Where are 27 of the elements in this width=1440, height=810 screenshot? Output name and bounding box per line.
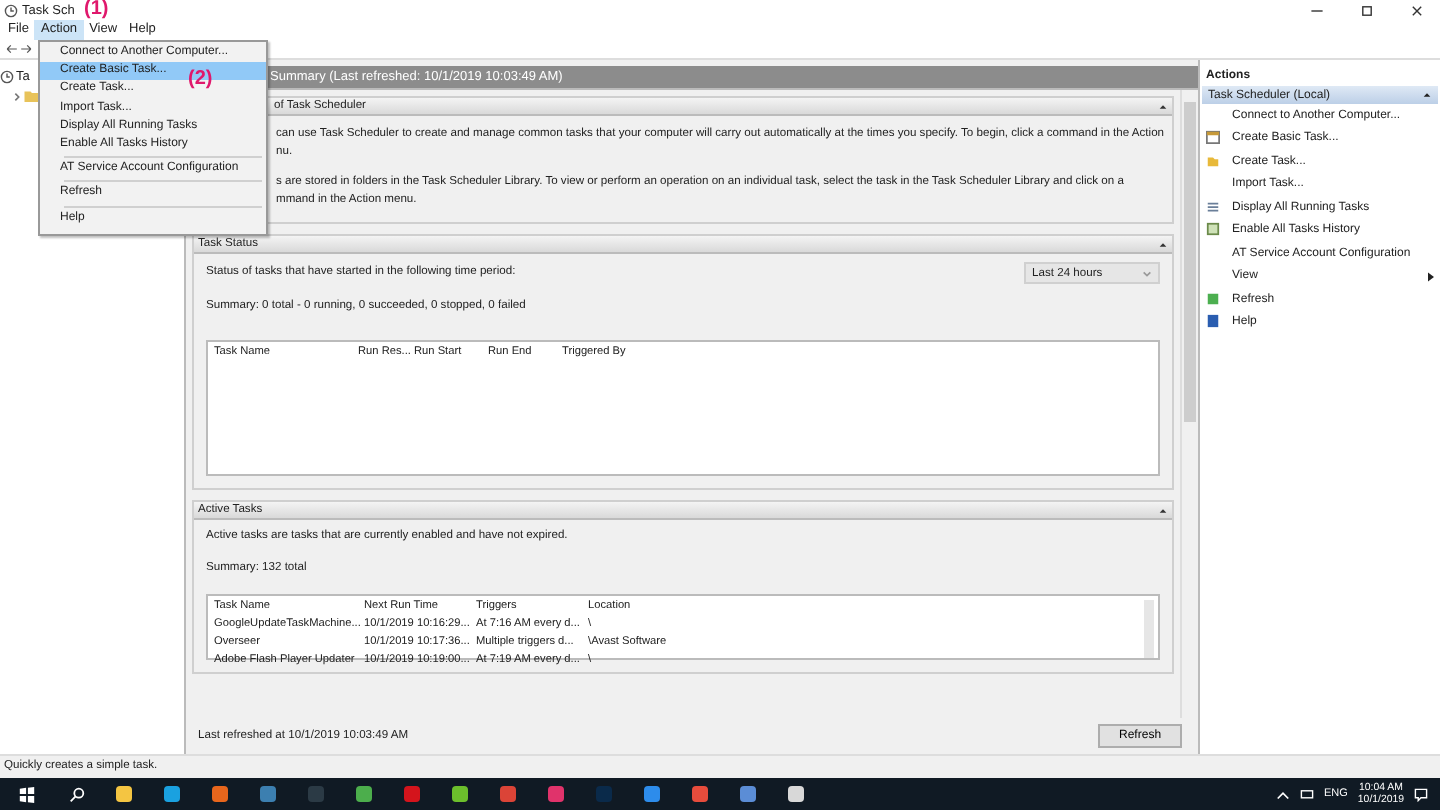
app-icon[interactable]: [546, 784, 566, 804]
network-icon[interactable]: [1300, 787, 1314, 801]
scrollbar[interactable]: [1144, 600, 1155, 658]
notification-icon[interactable]: [1414, 787, 1428, 801]
submenu-arrow-icon: [1428, 271, 1434, 282]
maximize-icon[interactable]: [1360, 3, 1374, 17]
calendar-icon: [1206, 130, 1221, 145]
collapse-icon[interactable]: [1158, 239, 1169, 249]
app-icon[interactable]: [642, 784, 662, 804]
chevron-up-icon[interactable]: [1276, 787, 1290, 801]
back-icon[interactable]: [6, 44, 18, 54]
app-icon[interactable]: [162, 784, 182, 804]
collapse-icon[interactable]: [1422, 90, 1432, 100]
app-icon[interactable]: [354, 784, 374, 804]
collapse-icon[interactable]: [1158, 101, 1169, 111]
app-icon[interactable]: [450, 784, 470, 804]
scrollbar[interactable]: [1180, 90, 1199, 718]
app-icon[interactable]: [258, 784, 278, 804]
forward-icon[interactable]: [20, 44, 32, 54]
list-icon: [1206, 199, 1221, 214]
windows-icon[interactable]: [18, 785, 36, 803]
collapse-icon[interactable]: [1158, 505, 1169, 515]
chevron-icon: [1142, 269, 1153, 277]
expand-icon[interactable]: [12, 91, 22, 101]
close-icon[interactable]: [1410, 3, 1424, 17]
annotation-label: (1): [84, 0, 109, 20]
search-icon[interactable]: [68, 785, 86, 803]
